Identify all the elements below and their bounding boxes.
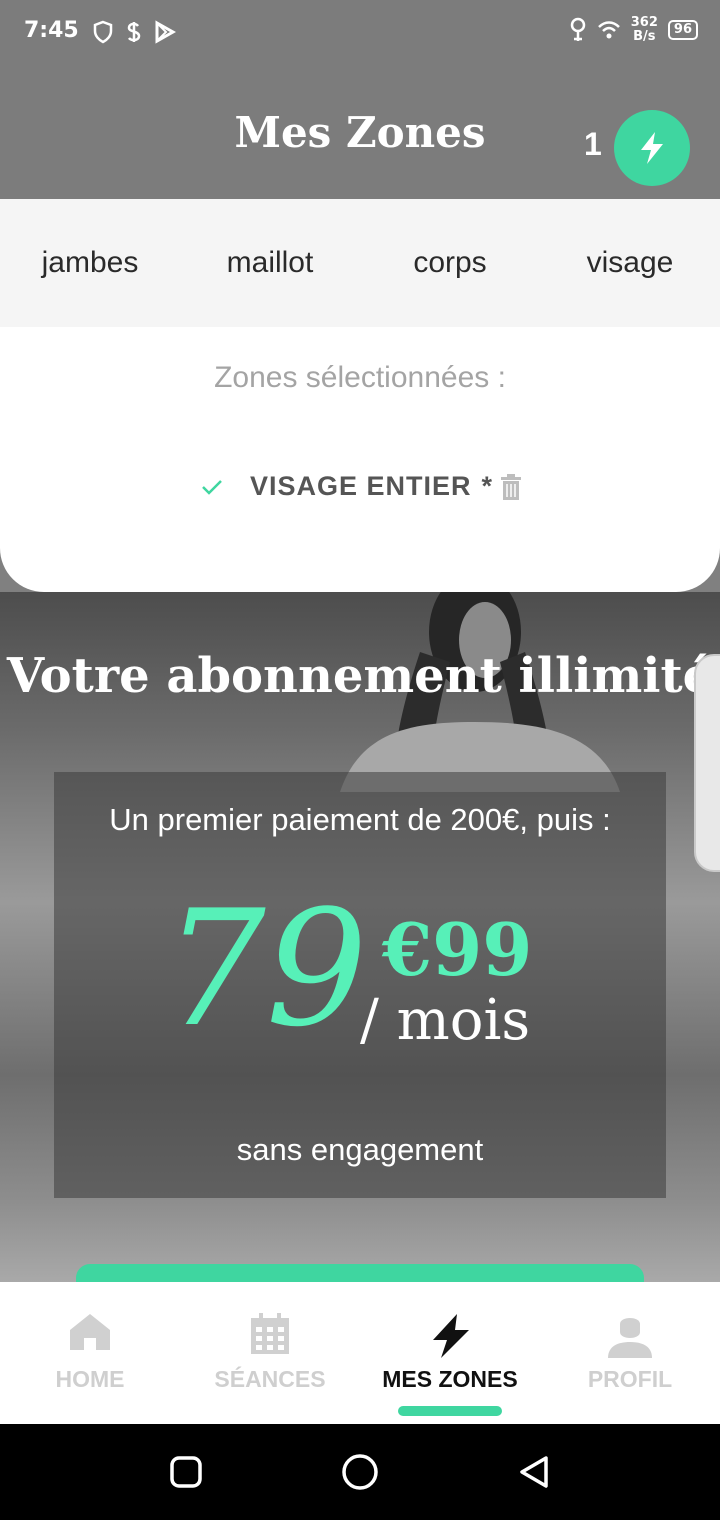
first-payment-text: Un premier paiement de 200€, puis : (109, 802, 611, 837)
price-main: 79 (164, 875, 368, 1062)
nav-profil-label: PROFIL (587, 1366, 673, 1392)
status-time: 7:45 (24, 18, 79, 43)
nav-home-label: HOME (55, 1366, 125, 1392)
circle-home-icon (342, 1454, 378, 1490)
nav-seances[interactable]: SÉANCES (180, 1282, 360, 1424)
battery-indicator: 96 (667, 20, 698, 40)
app-header: Mes Zones 1 (0, 64, 720, 199)
wifi-icon (597, 21, 620, 39)
status-bar: 7:45 362 B/s 96 (0, 0, 720, 64)
system-navigation-bar (0, 1424, 720, 1520)
nav-profil[interactable]: PROFIL (540, 1282, 720, 1424)
selected-zones-title: Zones sélectionnées : (214, 361, 506, 394)
location-icon (570, 17, 586, 41)
nav-mes-zones[interactable]: MES ZONES (360, 1282, 540, 1424)
selected-zone-marker: * (481, 471, 493, 501)
status-system-icons: 362 B/s 96 (569, 16, 698, 44)
recents-icon (170, 1456, 202, 1488)
back-triangle-icon (520, 1456, 548, 1488)
selected-zones-card: Zones sélectionnées : VISAGE ENTIER * (0, 327, 720, 592)
network-speed-value: 362 (630, 15, 658, 30)
nav-seances-label: SÉANCES (214, 1366, 326, 1392)
tab-maillot[interactable]: maillot (180, 199, 360, 327)
status-notification-icons (92, 20, 176, 44)
selected-zone-count: 1 (584, 126, 602, 162)
subscribe-button[interactable] (76, 1264, 644, 1282)
tab-jambes[interactable]: jambes (0, 199, 180, 327)
recents-button[interactable] (166, 1452, 206, 1492)
page-title: Mes Zones (234, 108, 486, 157)
bolt-icon (433, 1314, 469, 1358)
shield-icon (93, 20, 113, 44)
dollar-icon (127, 22, 141, 42)
back-button[interactable] (514, 1452, 554, 1492)
subscription-offer: Votre abonnement illimité Un premier pai… (0, 592, 720, 1282)
check-icon (202, 479, 222, 495)
selected-zone-item: VISAGE ENTIER * (200, 471, 524, 502)
home-icon (70, 1314, 110, 1350)
play-store-icon (155, 20, 176, 44)
offer-title: Votre abonnement illimité (6, 648, 714, 704)
commitment-note: sans engagement (236, 1132, 484, 1167)
price-period: / mois (360, 988, 531, 1053)
nav-home[interactable]: HOME (0, 1282, 180, 1424)
network-speed-unit: B/s (633, 29, 656, 44)
calendar-icon (251, 1313, 289, 1354)
nav-mes-zones-label: MES ZONES (382, 1366, 518, 1392)
network-speed: 362 B/s (631, 16, 658, 44)
selected-zone-label: VISAGE ENTIER (250, 471, 472, 501)
bottom-navigation: HOME SÉANCES MES ZONES PROFIL (0, 1282, 720, 1424)
bolt-icon (641, 132, 663, 164)
home-system-button[interactable] (340, 1452, 380, 1492)
trash-icon[interactable] (498, 472, 524, 502)
tab-corps[interactable]: corps (360, 199, 540, 327)
price-cents: €99 (382, 907, 533, 992)
active-tab-indicator (398, 1406, 502, 1416)
zone-category-tabs: jambes maillot corps visage (0, 199, 720, 327)
tab-visage[interactable]: visage (540, 199, 720, 327)
side-drawer-handle[interactable] (694, 654, 720, 872)
user-icon (608, 1318, 652, 1358)
price-box: Un premier paiement de 200€, puis : 79 €… (54, 772, 666, 1198)
zones-bolt-button[interactable] (614, 110, 690, 186)
